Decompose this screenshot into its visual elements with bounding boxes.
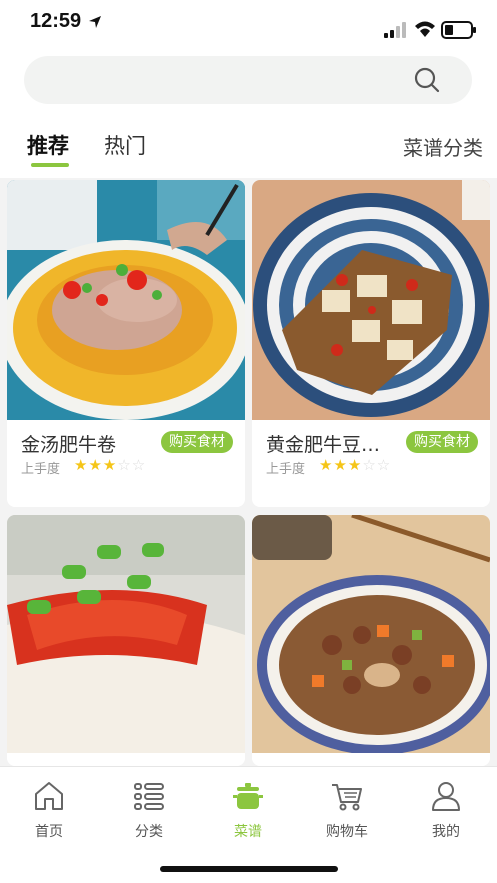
buy-ingredients-button[interactable]: 购买食材 bbox=[161, 431, 233, 453]
difficulty-rating: ★★★☆☆ bbox=[74, 456, 146, 474]
nav-profile[interactable]: 我的 bbox=[406, 779, 486, 841]
nav-label: 首页 bbox=[35, 824, 63, 840]
list-icon bbox=[134, 783, 164, 810]
tab-hot[interactable]: 热门 bbox=[104, 130, 146, 160]
status-bar: 12:59 bbox=[0, 0, 497, 46]
recipe-image[interactable] bbox=[7, 515, 245, 753]
star-empty-icon: ☆☆ bbox=[117, 456, 147, 474]
recipe-card[interactable]: 黄金肥牛豆… 购买食材 上手度 ★★★☆☆ bbox=[252, 180, 490, 507]
buy-ingredients-button[interactable]: 购买食材 bbox=[406, 431, 478, 453]
home-indicator[interactable] bbox=[160, 866, 338, 872]
nav-label: 我的 bbox=[432, 824, 460, 840]
star-full-icon: ★★★ bbox=[74, 456, 118, 474]
star-empty-icon: ☆☆ bbox=[362, 456, 392, 474]
location-arrow-icon bbox=[89, 16, 101, 28]
recipe-card[interactable] bbox=[252, 515, 490, 766]
nav-label: 购物车 bbox=[326, 824, 368, 840]
cellular-signal-icon bbox=[384, 22, 406, 38]
recipe-image[interactable] bbox=[252, 180, 490, 420]
recipe-title: 金汤肥牛卷 bbox=[21, 434, 117, 456]
recipe-card[interactable]: 金汤肥牛卷 购买食材 上手度 ★★★☆☆ bbox=[7, 180, 245, 507]
recipe-image[interactable] bbox=[252, 515, 490, 753]
wifi-icon bbox=[415, 21, 435, 37]
nav-label: 菜谱 bbox=[234, 824, 262, 840]
nav-home[interactable]: 首页 bbox=[9, 779, 89, 841]
nav-cart[interactable]: 购物车 bbox=[307, 779, 387, 841]
status-time: 12:59 bbox=[30, 10, 82, 32]
difficulty-label: 上手度 bbox=[21, 462, 61, 477]
recipe-category-link[interactable]: 菜谱分类 bbox=[403, 132, 483, 161]
search-input[interactable] bbox=[24, 56, 472, 104]
search-icon[interactable] bbox=[414, 67, 440, 93]
user-icon bbox=[432, 782, 460, 811]
tab-recommend[interactable]: 推荐 bbox=[27, 130, 69, 160]
difficulty-label: 上手度 bbox=[266, 462, 306, 477]
nav-category[interactable]: 分类 bbox=[109, 779, 189, 841]
active-tab-indicator bbox=[31, 163, 69, 167]
difficulty-rating: ★★★☆☆ bbox=[319, 456, 391, 474]
recipe-card[interactable] bbox=[7, 515, 245, 766]
battery-icon bbox=[441, 21, 476, 39]
star-full-icon: ★★★ bbox=[319, 456, 363, 474]
cart-icon bbox=[332, 784, 362, 811]
pot-icon bbox=[233, 783, 263, 809]
nav-recipe[interactable]: 菜谱 bbox=[208, 779, 288, 841]
nav-label: 分类 bbox=[135, 824, 163, 840]
recipe-title: 黄金肥牛豆… bbox=[266, 434, 381, 456]
recipe-image[interactable] bbox=[7, 180, 245, 420]
home-icon bbox=[35, 782, 63, 810]
